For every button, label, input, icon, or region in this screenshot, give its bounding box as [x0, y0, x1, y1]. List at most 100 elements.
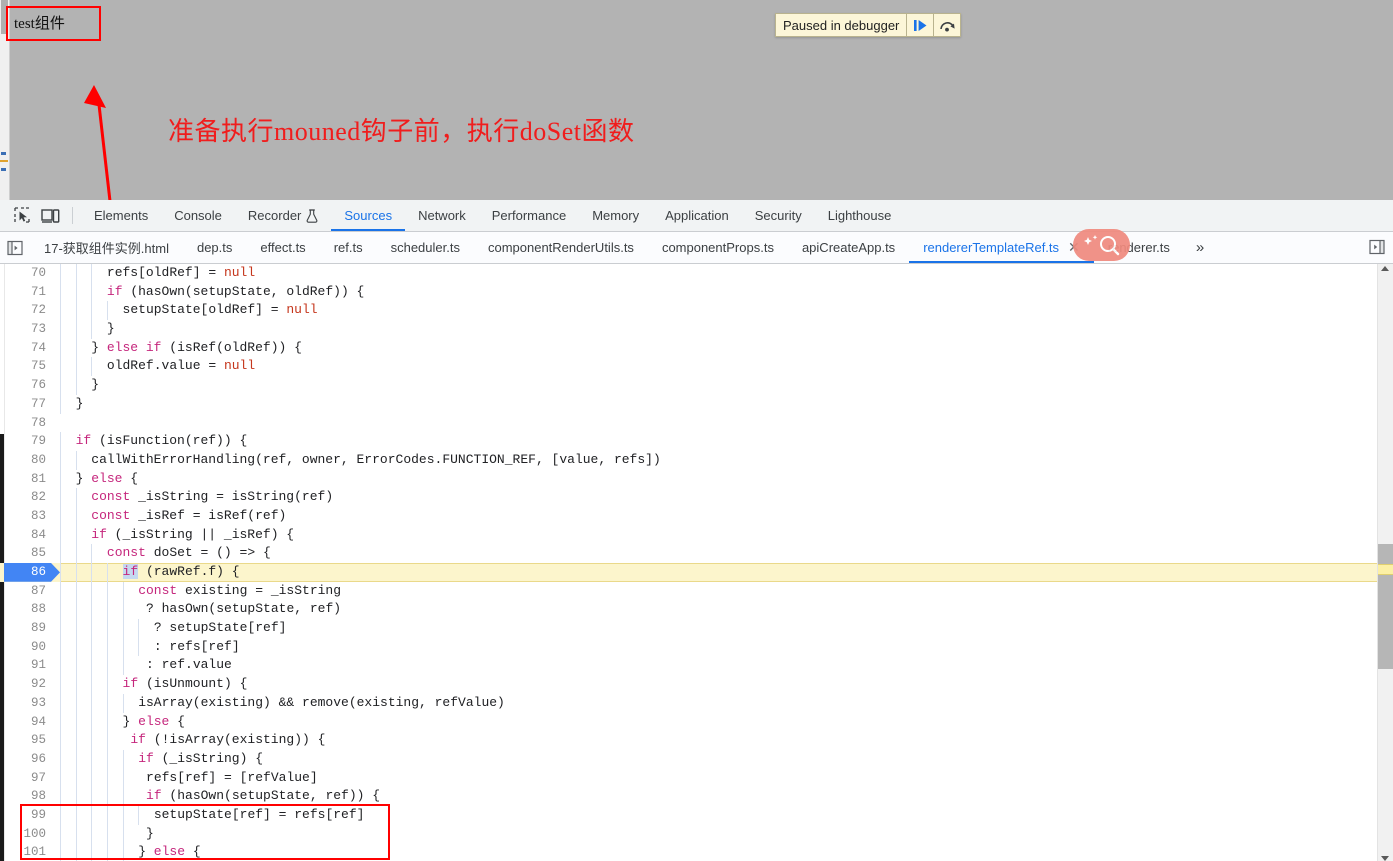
line-number[interactable]: 76 — [0, 376, 46, 395]
line-number[interactable]: 70 — [0, 264, 46, 283]
file-tab-rendererTemplateRef[interactable]: rendererTemplateRef.ts ✕ — [909, 232, 1094, 263]
code-line[interactable]: 85 const doSet = () => { — [0, 544, 1378, 563]
line-number[interactable]: 75 — [0, 357, 46, 376]
step-over-button[interactable] — [933, 14, 960, 36]
file-tab-componentProps[interactable]: componentProps.ts — [648, 232, 788, 263]
line-number[interactable]: 97 — [0, 769, 46, 788]
line-number[interactable]: 92 — [0, 675, 46, 694]
show-navigator-button[interactable] — [0, 240, 30, 256]
line-number[interactable]: 91 — [0, 656, 46, 675]
line-number[interactable]: 86 — [0, 563, 46, 582]
indent-guide — [106, 768, 108, 788]
code-line[interactable]: 84 if (_isString || _isRef) { — [0, 525, 1378, 545]
tab-sources[interactable]: Sources — [331, 200, 405, 231]
device-toolbar-button[interactable] — [36, 203, 64, 229]
code-line[interactable]: 77} — [0, 394, 1378, 414]
line-number[interactable]: 72 — [0, 301, 46, 320]
tab-network[interactable]: Network — [405, 200, 479, 231]
code-line[interactable]: 87 const existing = _isString — [0, 581, 1378, 601]
code-line[interactable]: 81} else { — [0, 469, 1378, 489]
line-number[interactable]: 89 — [0, 619, 46, 638]
flask-icon — [306, 208, 318, 223]
line-number[interactable]: 82 — [0, 488, 46, 507]
file-tab-html[interactable]: 17-获取组件实例.html — [30, 232, 183, 263]
line-number[interactable]: 71 — [0, 283, 46, 302]
line-number[interactable]: 73 — [0, 320, 46, 339]
tab-recorder[interactable]: Recorder — [235, 200, 331, 231]
code-line[interactable]: 73} — [0, 320, 1378, 339]
code-text: } — [146, 825, 1393, 844]
tab-memory[interactable]: Memory — [579, 200, 652, 231]
code-line[interactable]: 86 if (rawRef.f) { — [0, 563, 1378, 582]
code-line[interactable]: 74} else if (isRef(oldRef)) { — [0, 338, 1378, 358]
line-number[interactable]: 87 — [0, 582, 46, 601]
tab-elements[interactable]: Elements — [81, 200, 161, 231]
more-tabs-button[interactable]: » — [1184, 239, 1215, 256]
code-token: null — [223, 265, 256, 280]
code-text: : ref.value — [146, 656, 1393, 675]
line-number[interactable]: 74 — [0, 339, 46, 358]
code-line[interactable]: 78 — [0, 414, 1378, 433]
code-line[interactable]: 79 if (isFunction(ref)) { — [0, 432, 1378, 451]
tab-console[interactable]: Console — [161, 200, 235, 231]
file-tab-componentRenderUtils[interactable]: componentRenderUtils.ts — [474, 232, 648, 263]
code-line[interactable]: 75 oldRef.value = null — [0, 357, 1378, 377]
file-tab-dep[interactable]: dep.ts — [183, 232, 246, 263]
code-line[interactable]: 93 isArray(existing) && remove(existing, … — [0, 693, 1378, 713]
inspect-element-button[interactable] — [8, 203, 36, 229]
code-line[interactable]: 91: ref.value — [0, 656, 1378, 676]
code-line[interactable]: 89 ? setupState[ref] — [0, 619, 1378, 638]
code-line[interactable]: 94} else { — [0, 712, 1378, 732]
code-line[interactable]: 88 ? hasOwn(setupState, ref) — [0, 600, 1378, 620]
code-line[interactable]: 99 setupState[ref] = refs[ref] — [0, 805, 1378, 825]
line-number[interactable]: 93 — [0, 694, 46, 713]
indent-guide — [106, 563, 108, 582]
code-line[interactable]: 83 const _isRef = isRef(ref) — [0, 506, 1378, 526]
code-line[interactable]: 100} — [0, 824, 1378, 844]
tab-performance[interactable]: Performance — [479, 200, 579, 231]
code-line[interactable]: 70 refs[oldRef] = null — [0, 264, 1378, 283]
line-number[interactable]: 85 — [0, 544, 46, 563]
line-number[interactable]: 79 — [0, 432, 46, 451]
code-line[interactable]: 97 refs[ref] = [refValue] — [0, 768, 1378, 788]
line-number[interactable]: 81 — [0, 470, 46, 489]
line-number[interactable]: 83 — [0, 507, 46, 526]
file-tab-effect[interactable]: effect.ts — [246, 232, 319, 263]
line-number[interactable]: 90 — [0, 638, 46, 657]
file-tab-ref[interactable]: ref.ts — [320, 232, 377, 263]
line-number[interactable]: 98 — [0, 787, 46, 806]
line-number[interactable]: 78 — [0, 414, 46, 433]
line-number[interactable]: 94 — [0, 713, 46, 732]
file-tab-label: apiCreateApp.ts — [801, 240, 896, 255]
inspect-element-icon — [13, 207, 30, 223]
code-line[interactable]: 90: refs[ref] — [0, 637, 1378, 657]
code-line[interactable]: 101} else { — [0, 843, 1378, 861]
line-number[interactable]: 101 — [0, 843, 46, 861]
line-number[interactable]: 99 — [0, 806, 46, 825]
tab-lighthouse[interactable]: Lighthouse — [815, 200, 905, 231]
file-tab-apiCreateApp[interactable]: apiCreateApp.ts — [788, 232, 909, 263]
code-line[interactable]: 76} — [0, 376, 1378, 395]
resume-script-button[interactable] — [906, 14, 933, 36]
code-line[interactable]: 80 callWithErrorHandling(ref, owner, Erro… — [0, 450, 1378, 470]
code-line[interactable]: 71 if (hasOwn(setupState, oldRef)) { — [0, 282, 1378, 302]
line-number[interactable]: 100 — [0, 825, 46, 844]
line-number[interactable]: 88 — [0, 600, 46, 619]
source-code-editor[interactable]: 70 refs[oldRef] = null 71 if (hasOwn(setupS… — [0, 264, 1393, 861]
tab-application[interactable]: Application — [652, 200, 742, 231]
line-number[interactable]: 80 — [0, 451, 46, 470]
indent-guide — [60, 506, 61, 526]
show-debugger-sidebar-button[interactable] — [1365, 235, 1389, 259]
code-line[interactable]: 96 if (_isString) { — [0, 749, 1378, 769]
line-number[interactable]: 96 — [0, 750, 46, 769]
code-line[interactable]: 82 const _isString = isString(ref) — [0, 488, 1378, 507]
code-line[interactable]: 92 if (isUnmount) { — [0, 675, 1378, 694]
line-number[interactable]: 95 — [0, 731, 46, 750]
code-line[interactable]: 95 if (!isArray(existing)) { — [0, 731, 1378, 750]
tab-security[interactable]: Security — [742, 200, 815, 231]
code-line[interactable]: 72 setupState[oldRef] = null — [0, 301, 1378, 321]
file-tab-scheduler[interactable]: scheduler.ts — [377, 232, 474, 263]
code-line[interactable]: 98 if (hasOwn(setupState, ref)) { — [0, 787, 1378, 806]
line-number[interactable]: 84 — [0, 526, 46, 545]
line-number[interactable]: 77 — [0, 395, 46, 414]
